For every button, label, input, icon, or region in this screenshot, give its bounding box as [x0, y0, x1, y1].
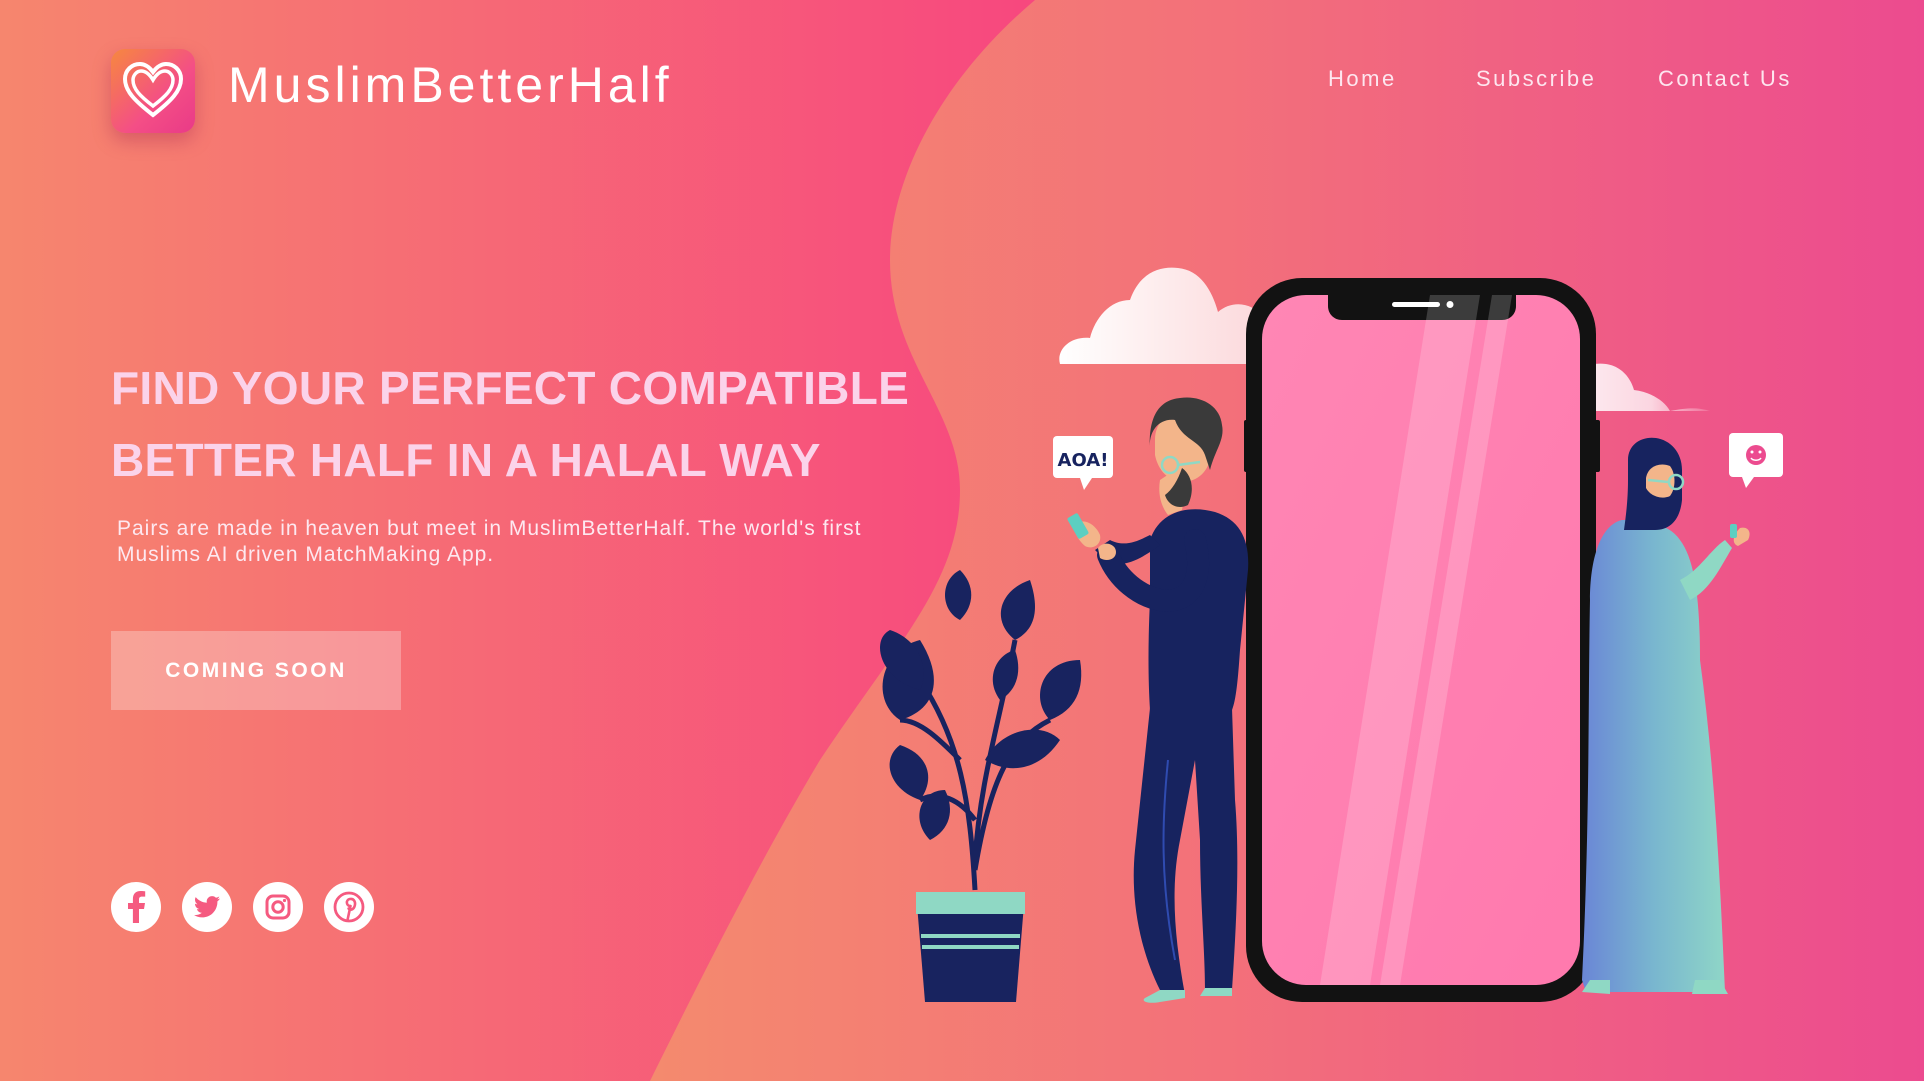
pinterest-link[interactable] — [324, 882, 374, 932]
twitter-icon — [193, 896, 220, 918]
hero-tagline: Pairs are made in heaven but meet in Mus… — [117, 517, 862, 566]
landing-page: MuslimBetterHalf Home Subscribe Contact … — [0, 0, 1924, 1081]
nav-contact-us[interactable]: Contact Us — [1658, 66, 1792, 92]
nav-subscribe[interactable]: Subscribe — [1476, 66, 1596, 92]
headline-line-2: BETTER HALF IN A HALAL WAY — [111, 434, 821, 486]
brand-logo[interactable] — [111, 49, 195, 133]
brand-name[interactable]: MuslimBetterHalf — [228, 56, 673, 114]
headline-line-1: FIND YOUR PERFECT COMPATIBLE — [111, 362, 910, 414]
coming-soon-button[interactable]: COMING SOON — [111, 631, 401, 710]
instagram-icon — [265, 894, 291, 920]
facebook-icon — [128, 891, 146, 923]
facebook-link[interactable] — [111, 882, 161, 932]
heart-icon — [122, 61, 184, 118]
nav-home[interactable]: Home — [1328, 66, 1397, 92]
pinterest-icon — [333, 891, 365, 923]
hero-headline: FIND YOUR PERFECT COMPATIBLE BETTER HALF… — [111, 352, 1011, 496]
twitter-link[interactable] — [182, 882, 232, 932]
instagram-link[interactable] — [253, 882, 303, 932]
